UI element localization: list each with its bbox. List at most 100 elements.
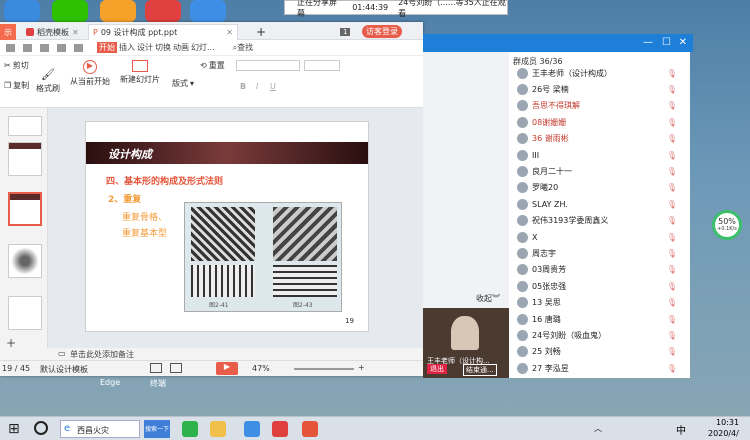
- wps-icon[interactable]: [145, 0, 181, 22]
- slide-thumbnail[interactable]: [8, 244, 42, 278]
- mic-muted-icon[interactable]: 🎙: [667, 151, 677, 160]
- normal-view-icon[interactable]: [150, 363, 162, 373]
- search-taskbar-icon[interactable]: [34, 421, 48, 435]
- member-row[interactable]: 05张忠强 🎙: [517, 277, 685, 295]
- slide-thumbnail-selected[interactable]: [8, 192, 42, 226]
- tab-document[interactable]: P 09 设计构成 ppt.ppt ✕: [88, 24, 238, 40]
- member-row[interactable]: 13 吴思 🎙: [517, 294, 685, 312]
- zoom-in-icon[interactable]: +: [358, 363, 365, 372]
- mic-muted-icon[interactable]: 🎙: [667, 101, 677, 110]
- mic-muted-icon[interactable]: 🎙: [667, 85, 677, 94]
- tab-docer[interactable]: 稻壳模板 ✕: [22, 24, 83, 40]
- mic-muted-icon[interactable]: 🎙: [667, 216, 677, 225]
- zoom-slider[interactable]: [294, 368, 354, 370]
- mic-muted-icon[interactable]: 🎙: [667, 183, 677, 192]
- underline-button[interactable]: U: [270, 82, 276, 91]
- exit-button[interactable]: 退出: [427, 364, 447, 374]
- search-button[interactable]: 查找: [237, 42, 253, 53]
- mic-muted-icon[interactable]: 🎙: [667, 347, 677, 356]
- mic-muted-icon[interactable]: 🎙: [667, 134, 677, 143]
- tab-prev[interactable]: 示: [0, 24, 16, 40]
- member-row[interactable]: 03周贵芳 🎙: [517, 261, 685, 279]
- close-icon[interactable]: ✕: [72, 28, 79, 37]
- member-row[interactable]: 王丰老师（设计构成） 🎙: [517, 64, 685, 82]
- menu-transition[interactable]: 切换: [155, 42, 171, 53]
- reset-button[interactable]: ⟲ 重置: [200, 60, 225, 71]
- save-icon[interactable]: [23, 43, 32, 52]
- mic-muted-icon[interactable]: 🎙: [667, 118, 677, 127]
- mic-muted-icon[interactable]: 🎙: [667, 364, 677, 373]
- mic-muted-icon[interactable]: 🎙: [667, 315, 677, 324]
- minimize-icon[interactable]: —: [643, 37, 653, 48]
- wps-icon[interactable]: [272, 421, 288, 437]
- ie-icon[interactable]: [244, 421, 260, 437]
- menu-insert[interactable]: 插入: [119, 42, 135, 53]
- mic-muted-icon[interactable]: 🎙: [667, 331, 677, 340]
- taskbar-search-button[interactable]: 搜索一下: [144, 420, 170, 438]
- bold-button[interactable]: B: [240, 82, 246, 91]
- mic-muted-icon[interactable]: 🎙: [667, 265, 677, 274]
- copy-button[interactable]: ❐ 复制: [4, 80, 29, 91]
- ppt-icon[interactable]: [302, 421, 318, 437]
- member-row[interactable]: 良月二十一 🎙: [517, 162, 685, 180]
- app-icon[interactable]: [182, 421, 198, 437]
- close-icon[interactable]: ✕: [679, 37, 687, 48]
- clock-date[interactable]: 2020/4/: [708, 429, 739, 438]
- member-row[interactable]: 罗曦20 🎙: [517, 179, 685, 197]
- member-row[interactable]: 36 谢雨彬 🎙: [517, 130, 685, 148]
- network-speed-gauge[interactable]: 50% +0.1K/s: [712, 210, 742, 240]
- new-tab-button[interactable]: +: [252, 24, 270, 40]
- member-row[interactable]: 26号 梁楠 🎙: [517, 80, 685, 98]
- member-row[interactable]: III 🎙: [517, 146, 685, 164]
- mic-muted-icon[interactable]: 🎙: [667, 69, 677, 78]
- clock-time[interactable]: 10:31: [716, 418, 739, 427]
- member-row[interactable]: 吾思不得琪解 🎙: [517, 97, 685, 115]
- collapse-button[interactable]: 收起︾: [476, 293, 500, 304]
- undo-icon[interactable]: [57, 43, 66, 52]
- member-row[interactable]: 周志宇 🎙: [517, 244, 685, 262]
- folder-icon[interactable]: [210, 421, 226, 437]
- ime-indicator[interactable]: 中: [676, 422, 686, 437]
- slide-thumbnail[interactable]: [8, 116, 42, 136]
- mic-muted-icon[interactable]: 🎙: [667, 167, 677, 176]
- maximize-icon[interactable]: ☐: [662, 37, 671, 48]
- ie-icon[interactable]: [190, 0, 226, 22]
- tray-up-icon[interactable]: ︿: [594, 423, 602, 434]
- menu-start[interactable]: 开始: [97, 42, 117, 53]
- format-painter-button[interactable]: 🖌 格式刷: [36, 68, 60, 94]
- font-name-select[interactable]: [236, 60, 300, 71]
- mic-muted-icon[interactable]: 🎙: [667, 249, 677, 258]
- mic-muted-icon[interactable]: 🎙: [667, 282, 677, 291]
- taskbar-browser-item[interactable]: e 西昌火灾: [60, 420, 140, 438]
- app-icon[interactable]: [100, 0, 136, 22]
- member-row[interactable]: 祝伟3193学委周鑫义 🎙: [517, 212, 685, 230]
- guest-login-button[interactable]: 访客登录: [362, 25, 402, 38]
- notes-placeholder[interactable]: 单击此处添加备注: [70, 349, 134, 360]
- menu-animation[interactable]: 动画: [173, 42, 189, 53]
- play-slideshow-button[interactable]: ▶: [216, 362, 238, 375]
- slide-thumbnail[interactable]: [8, 142, 42, 176]
- layout-button[interactable]: 版式 ▾: [172, 78, 194, 89]
- desktop-app-icon[interactable]: [4, 0, 40, 22]
- member-row[interactable]: 24号刘盼（吸血鬼） 🎙: [517, 326, 685, 344]
- member-row[interactable]: 08谢姗姗 🎙: [517, 113, 685, 131]
- sorter-view-icon[interactable]: [170, 363, 182, 373]
- menu-slideshow[interactable]: 幻灯...: [191, 42, 215, 53]
- mic-muted-icon[interactable]: 🎙: [667, 233, 677, 242]
- print-icon[interactable]: [40, 43, 49, 52]
- italic-button[interactable]: I: [256, 82, 258, 91]
- member-row[interactable]: SLAY ZH. 🎙: [517, 195, 685, 213]
- mic-muted-icon[interactable]: 🎙: [667, 298, 677, 307]
- slide-thumbnail[interactable]: [8, 296, 42, 330]
- wechat-icon[interactable]: [52, 0, 88, 22]
- cut-button[interactable]: ✂ 剪切: [4, 60, 29, 71]
- member-row[interactable]: 16 唐璐 🎙: [517, 310, 685, 328]
- close-icon[interactable]: ✕: [226, 28, 233, 37]
- end-call-button[interactable]: 结束通...: [463, 364, 497, 376]
- current-slide[interactable]: 设计构成 四、基本形的构成及形式法则 2、重复 重复骨格、 重复基本型 图2-4…: [85, 121, 369, 332]
- menu-icon[interactable]: [6, 43, 15, 52]
- member-row[interactable]: 27 李泓昱 🎙: [517, 359, 685, 377]
- member-row[interactable]: 25 刘畅 🎙: [517, 343, 685, 361]
- redo-icon[interactable]: [74, 43, 83, 52]
- notes-bar[interactable]: ▭ 单击此处添加备注: [0, 348, 423, 360]
